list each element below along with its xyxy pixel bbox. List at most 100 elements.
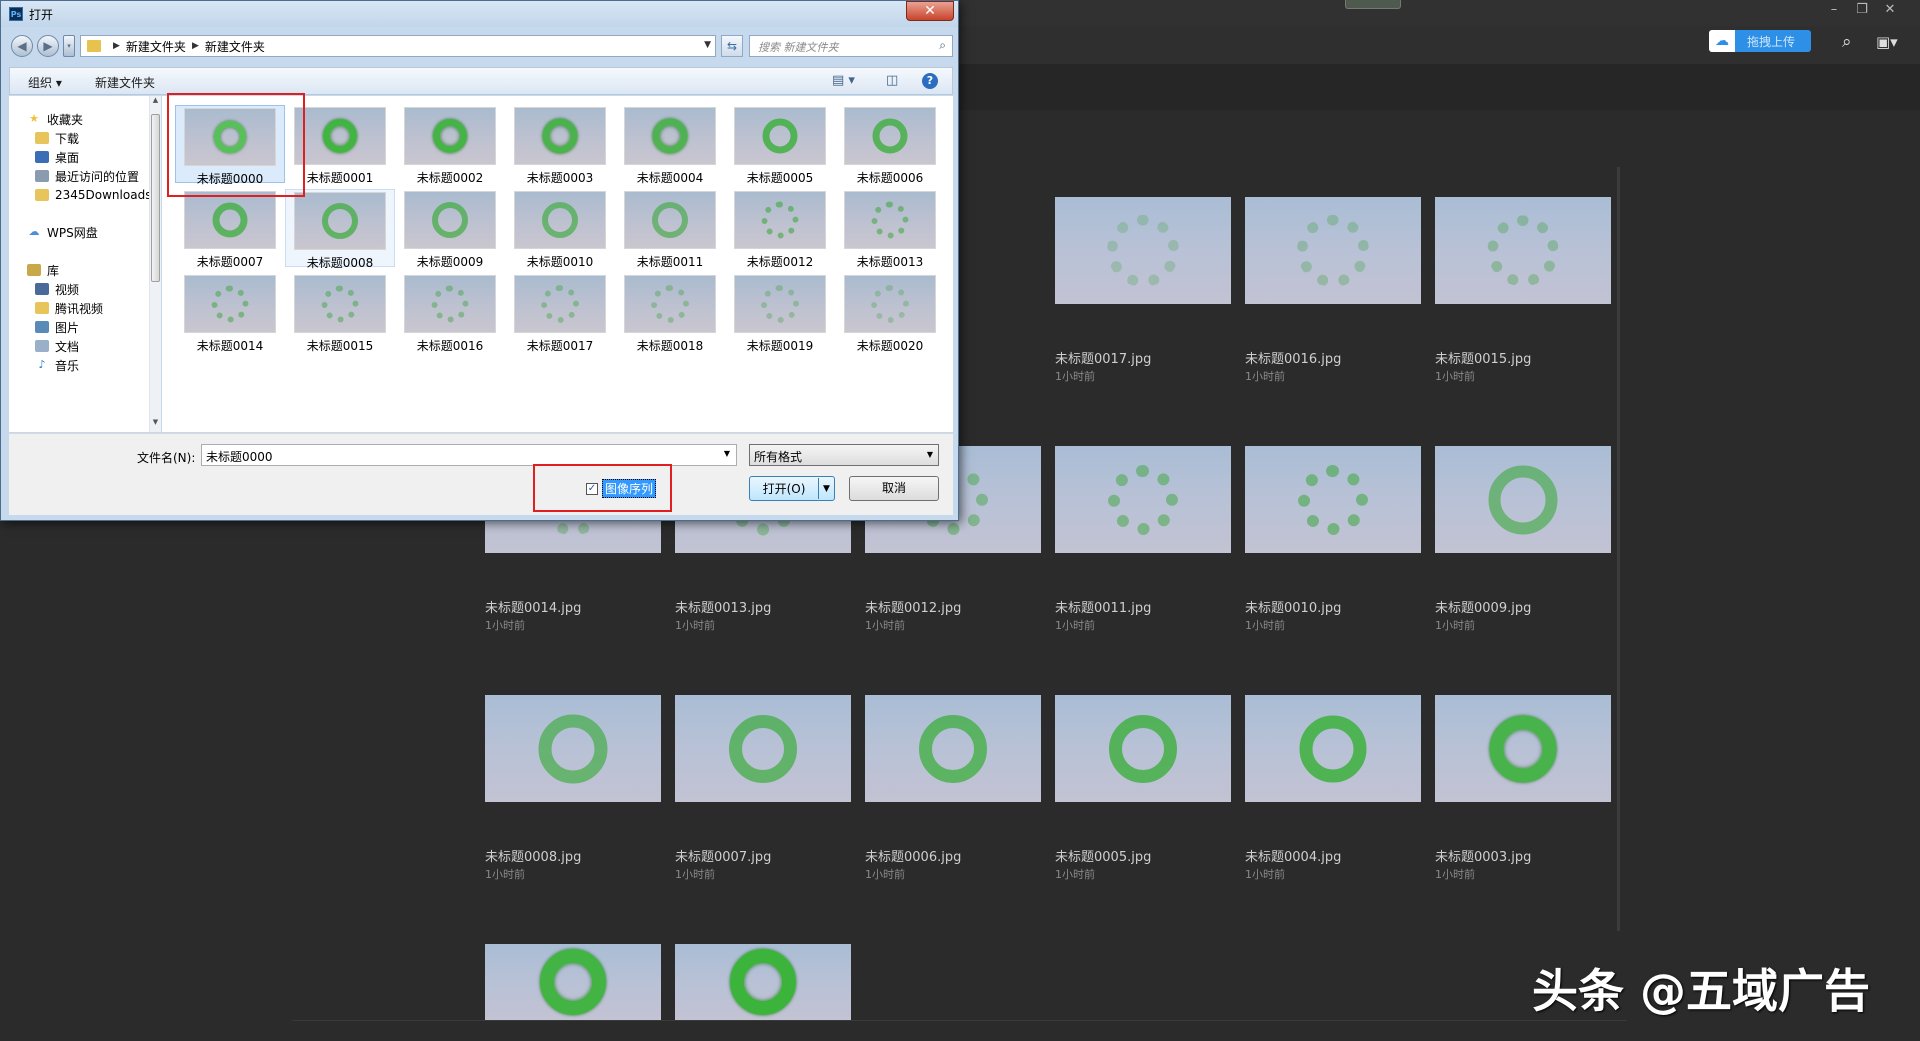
file-thumbnail[interactable] (1245, 197, 1421, 304)
view-options-icon[interactable]: ▤ ▾ (832, 73, 855, 88)
recent-file-card[interactable]: 未标题0015.jpg 1小时前 (1435, 197, 1611, 384)
new-folder-button[interactable]: 新建文件夹 (95, 74, 155, 91)
search-icon[interactable]: ⌕ (939, 38, 946, 53)
file-thumbnail[interactable] (1245, 446, 1421, 553)
file-item[interactable]: 未标题0008 (285, 189, 395, 270)
file-item[interactable]: 未标题0015 (285, 273, 395, 353)
recent-file-card[interactable]: 未标题0016.jpg 1小时前 (1245, 197, 1421, 384)
recent-file-card[interactable] (675, 944, 851, 1020)
file-item[interactable]: 未标题0009 (395, 189, 505, 269)
recent-file-card[interactable]: 未标题0006.jpg 1小时前 (865, 695, 1041, 882)
file-thumbnail[interactable] (1055, 695, 1231, 802)
filename-input[interactable]: 未标题0000 ▼ (201, 444, 737, 466)
recent-file-card[interactable]: 未标题0010.jpg 1小时前 (1245, 446, 1421, 633)
file-thumbnail[interactable] (675, 944, 851, 1020)
file-item[interactable]: 未标题0002 (395, 105, 505, 185)
recent-file-card[interactable]: 未标题0003.jpg 1小时前 (1435, 695, 1611, 882)
file-item[interactable]: 未标题0006 (835, 105, 945, 185)
refresh-icon[interactable]: ⇆ (721, 35, 743, 57)
file-item[interactable]: 未标题0010 (505, 189, 615, 269)
file-item[interactable]: 未标题0012 (725, 189, 835, 269)
file-thumbnail[interactable] (485, 944, 661, 1020)
format-select[interactable]: 所有格式 ▼ (749, 444, 939, 466)
file-item[interactable]: 未标题0017 (505, 273, 615, 353)
navigation-scrollbar[interactable]: ▲ ▼ (149, 96, 161, 432)
nav-item[interactable]: 2345Downloads (35, 186, 151, 204)
nav-item[interactable]: 最近访问的位置 (35, 167, 139, 185)
open-button-label[interactable]: 打开(O) (750, 480, 818, 497)
recent-file-card[interactable]: 未标题0011.jpg 1小时前 (1055, 446, 1231, 633)
file-item[interactable]: 未标题0018 (615, 273, 725, 353)
recent-file-card[interactable]: 未标题0009.jpg 1小时前 (1435, 446, 1611, 633)
nav-item[interactable]: ♪ 音乐 (35, 356, 79, 374)
file-thumbnail[interactable] (675, 695, 851, 802)
file-item[interactable]: 未标题0019 (725, 273, 835, 353)
nav-item[interactable]: 腾讯视频 (35, 299, 103, 317)
close-icon[interactable]: ✕ (1876, 1, 1904, 19)
preview-pane-icon[interactable]: ◫ (886, 73, 898, 88)
chevron-down-icon[interactable]: ▼ (819, 484, 834, 494)
recent-file-card[interactable]: 未标题0007.jpg 1小时前 (675, 695, 851, 882)
recent-dropdown-icon[interactable]: ▾ (63, 35, 75, 57)
file-item[interactable]: 未标题0014 (175, 273, 285, 353)
forward-icon[interactable]: ▶ (37, 35, 59, 57)
nav-item[interactable]: 视频 (35, 280, 79, 298)
window-grip[interactable] (1345, 0, 1401, 9)
file-item[interactable]: 未标题0005 (725, 105, 835, 185)
restore-icon[interactable]: ❐ (1848, 1, 1876, 19)
nav-item[interactable]: 桌面 (35, 148, 79, 166)
file-item[interactable]: 未标题0013 (835, 189, 945, 269)
file-thumbnail[interactable] (1435, 695, 1611, 802)
file-item[interactable]: 未标题0016 (395, 273, 505, 353)
back-icon[interactable]: ◀ (11, 35, 33, 57)
nav-item-label: 视频 (55, 282, 80, 297)
recent-file-card[interactable] (485, 944, 661, 1020)
search-input[interactable]: 搜索 新建文件夹 ⌕ (749, 35, 953, 57)
file-thumbnail (734, 275, 826, 333)
chevron-down-icon[interactable]: ▼ (724, 449, 730, 458)
nav-item[interactable]: ★ 收藏夹 (27, 110, 83, 128)
scroll-up-icon[interactable]: ▲ (150, 96, 161, 108)
file-name: 未标题0011.jpg (1055, 601, 1152, 616)
file-thumbnail[interactable] (1245, 695, 1421, 802)
cancel-button[interactable]: 取消 (849, 476, 939, 501)
file-thumbnail[interactable] (1055, 197, 1231, 304)
nav-item[interactable]: 文档 (35, 337, 79, 355)
recent-file-card[interactable]: 未标题0005.jpg 1小时前 (1055, 695, 1231, 882)
file-thumbnail[interactable] (485, 695, 661, 802)
scrollbar-thumb[interactable] (151, 114, 160, 282)
file-thumbnail[interactable] (1055, 446, 1231, 553)
help-icon[interactable]: ? (922, 73, 938, 89)
breadcrumb-item[interactable]: 新建文件夹 (205, 38, 265, 55)
address-bar[interactable]: ▶ 新建文件夹 ▶ 新建文件夹 ▼ (80, 35, 716, 57)
dialog-title-bar[interactable]: Ps 打开 (1, 1, 958, 27)
nav-item[interactable]: 库 (27, 261, 59, 279)
recent-file-card[interactable]: 未标题0008.jpg 1小时前 (485, 695, 661, 882)
file-item[interactable]: 未标题0020 (835, 273, 945, 353)
upload-button[interactable]: ☁ 拖拽上传 (1709, 30, 1811, 52)
search-icon[interactable]: ⌕ (1842, 32, 1852, 52)
nav-item[interactable]: 图片 (35, 318, 79, 336)
grid-scrollbar[interactable] (1617, 167, 1620, 931)
scroll-down-icon[interactable]: ▼ (150, 418, 161, 430)
file-thumbnail[interactable] (1435, 197, 1611, 304)
file-item[interactable]: 未标题0011 (615, 189, 725, 269)
panel-icon[interactable]: ▣▾ (1876, 33, 1898, 51)
recent-file-card[interactable]: 未标题0017.jpg 1小时前 (1055, 197, 1231, 384)
file-item[interactable]: 未标题0007 (175, 189, 285, 269)
green-torus-image (323, 119, 357, 153)
nav-item[interactable]: ☁ WPS网盘 (27, 223, 98, 241)
dialog-close-button[interactable]: ✕ (906, 1, 954, 21)
organize-menu[interactable]: 组织 ▾ (28, 74, 62, 91)
open-button[interactable]: 打开(O) ▼ (749, 476, 835, 501)
file-thumbnail[interactable] (865, 695, 1041, 802)
nav-item[interactable]: 下载 (35, 129, 79, 147)
file-thumbnail[interactable] (1435, 446, 1611, 553)
green-torus-image (872, 118, 908, 154)
minimize-icon[interactable]: – (1820, 1, 1848, 19)
recent-file-card[interactable]: 未标题0004.jpg 1小时前 (1245, 695, 1421, 882)
chevron-down-icon[interactable]: ▼ (704, 40, 711, 50)
file-item[interactable]: 未标题0003 (505, 105, 615, 185)
breadcrumb-item[interactable]: 新建文件夹 (126, 38, 186, 55)
file-item[interactable]: 未标题0004 (615, 105, 725, 185)
